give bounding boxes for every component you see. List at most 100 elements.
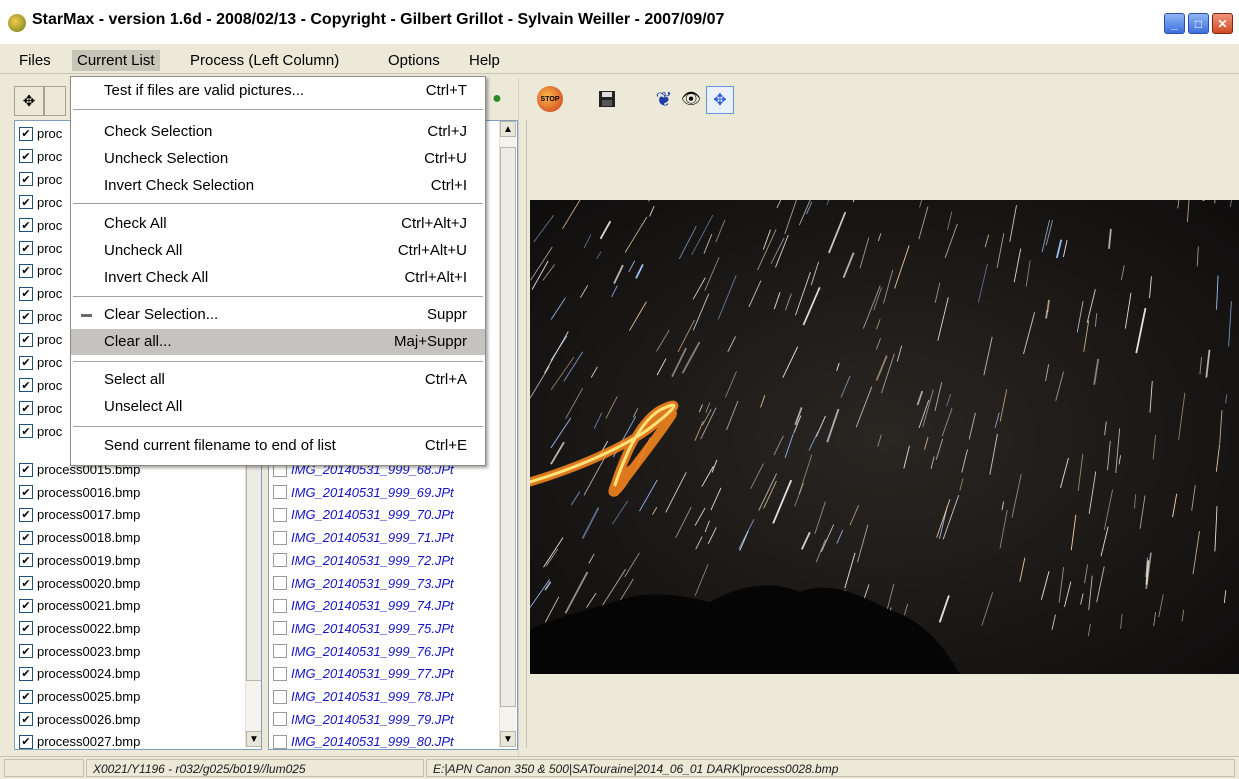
menu-item-clear-selection[interactable]: Clear Selection...Suppr [71,302,485,328]
list-item[interactable]: IMG_20140531_999_73.JPt [273,572,454,595]
checkbox[interactable]: ✔ [19,531,33,545]
menu-options[interactable]: Options [383,50,445,71]
menu-item-check-all[interactable]: Check AllCtrl+Alt+J [71,211,485,237]
close-icon[interactable]: ✕ [1212,13,1233,34]
checkbox[interactable]: ✔ [19,264,33,278]
checkbox[interactable]: ✔ [19,241,33,255]
middle-scrollbar[interactable]: ▲ ▼ [499,121,516,747]
menu-item-uncheck-selection[interactable]: Uncheck SelectionCtrl+U [71,146,485,172]
list-item[interactable]: ✔process0018.bmp [19,526,140,549]
list-item[interactable]: IMG_20140531_999_75.JPt [273,617,454,640]
list-item[interactable]: ✔proc [19,214,62,237]
butterfly-icon[interactable]: ❦ [651,86,677,112]
checkbox[interactable]: ✔ [19,195,33,209]
checkbox[interactable]: ✔ [19,463,33,477]
checkbox[interactable]: ✔ [19,667,33,681]
checkbox[interactable]: ✔ [19,378,33,392]
menu-files[interactable]: Files [14,50,56,71]
list-item[interactable]: IMG_20140531_999_79.JPt [273,708,454,731]
list-item[interactable]: ✔proc [19,305,62,328]
menu-process[interactable]: Process (Left Column) [185,50,344,71]
list-item[interactable]: ✔proc [19,168,62,191]
list-item[interactable]: ✔proc [19,328,62,351]
list-item[interactable]: ✔process0026.bmp [19,708,140,731]
list-item[interactable]: ✔proc [19,259,62,282]
move-icon[interactable]: ✥ [706,86,734,114]
list-item[interactable]: IMG_20140531_999_78.JPt [273,685,454,708]
checkbox[interactable]: ✔ [19,621,33,635]
checkbox[interactable]: ✔ [19,356,33,370]
list-item[interactable]: ✔proc [19,351,62,374]
scroll-down-icon[interactable]: ▼ [246,731,262,747]
list-item[interactable]: ✔proc [19,282,62,305]
checkbox[interactable]: ✔ [19,333,33,347]
list-item[interactable]: IMG_20140531_999_70.JPt [273,503,454,526]
list-item[interactable]: ✔process0016.bmp [19,481,140,504]
scroll-up-icon[interactable]: ▲ [500,121,516,137]
checkbox[interactable] [273,553,287,567]
list-item[interactable]: ✔proc [19,145,62,168]
list-item[interactable]: IMG_20140531_999_80.JPt [273,730,454,750]
list-item[interactable]: IMG_20140531_999_76.JPt [273,640,454,663]
checkbox[interactable] [273,531,287,545]
menu-item-invert-check-selection[interactable]: Invert Check SelectionCtrl+I [71,173,485,199]
checkbox[interactable]: ✔ [19,735,33,749]
list-item[interactable]: ✔process0022.bmp [19,617,140,640]
checkbox[interactable] [273,644,287,658]
checkbox[interactable]: ✔ [19,218,33,232]
checkbox[interactable]: ✔ [19,485,33,499]
checkbox[interactable] [273,690,287,704]
maximize-icon[interactable]: □ [1188,13,1209,34]
checkbox[interactable]: ✔ [19,127,33,141]
list-item[interactable]: ✔proc [19,237,62,260]
menu-item-invert-check-all[interactable]: Invert Check AllCtrl+Alt+I [71,265,485,291]
list-item[interactable]: ✔process0021.bmp [19,594,140,617]
list-item[interactable]: ✔proc [19,122,62,145]
checkbox[interactable]: ✔ [19,401,33,415]
menu-item-clear-all[interactable]: Clear all...Maj+Suppr [71,329,485,355]
checkbox[interactable] [273,599,287,613]
checkbox[interactable] [273,576,287,590]
menu-item-select-all[interactable]: Select allCtrl+A [71,367,485,393]
list-item[interactable]: ✔process0017.bmp [19,503,140,526]
list-item[interactable]: ✔proc [19,397,62,420]
list-item[interactable]: ✔proc [19,420,62,443]
menu-help[interactable]: Help [464,50,505,71]
save-icon[interactable] [594,86,620,112]
scroll-down-icon[interactable]: ▼ [500,731,516,747]
list-item[interactable]: ✔process0027.bmp [19,730,140,750]
middle-scroll-thumb[interactable] [500,147,516,707]
menu-item-send-to-end[interactable]: Send current filename to end of listCtrl… [71,433,485,459]
list-item[interactable]: IMG_20140531_999_72.JPt [273,549,454,572]
checkbox[interactable]: ✔ [19,287,33,301]
checkbox[interactable]: ✔ [19,172,33,186]
checkbox[interactable] [273,621,287,635]
checkbox[interactable]: ✔ [19,310,33,324]
checkbox[interactable]: ✔ [19,599,33,613]
checkbox[interactable]: ✔ [19,644,33,658]
checkbox[interactable] [273,667,287,681]
toolbar-button[interactable] [44,86,66,116]
checkbox[interactable]: ✔ [19,690,33,704]
eye-icon[interactable]: 👁 [678,86,704,112]
list-item[interactable]: ✔proc [19,374,62,397]
list-item[interactable]: ✔process0025.bmp [19,685,140,708]
checkbox[interactable]: ✔ [19,576,33,590]
checkbox[interactable]: ✔ [19,424,33,438]
minimize-icon[interactable]: _ [1164,13,1185,34]
checkbox[interactable]: ✔ [19,508,33,522]
menu-item-uncheck-all[interactable]: Uncheck AllCtrl+Alt+U [71,238,485,264]
add-files-icon[interactable]: ✥ [14,86,44,116]
list-item[interactable]: ✔process0020.bmp [19,572,140,595]
menu-item-check-selection[interactable]: Check SelectionCtrl+J [71,119,485,145]
checkbox[interactable]: ✔ [19,553,33,567]
menu-current-list[interactable]: Current List [72,50,160,71]
list-item[interactable]: IMG_20140531_999_74.JPt [273,594,454,617]
stop-icon[interactable]: STOP [537,86,563,112]
checkbox[interactable] [273,735,287,749]
checkbox[interactable] [273,712,287,726]
checkbox[interactable]: ✔ [19,149,33,163]
green-go-icon[interactable]: ● [484,86,510,112]
list-item[interactable]: IMG_20140531_999_71.JPt [273,526,454,549]
list-item[interactable]: ✔process0024.bmp [19,662,140,685]
